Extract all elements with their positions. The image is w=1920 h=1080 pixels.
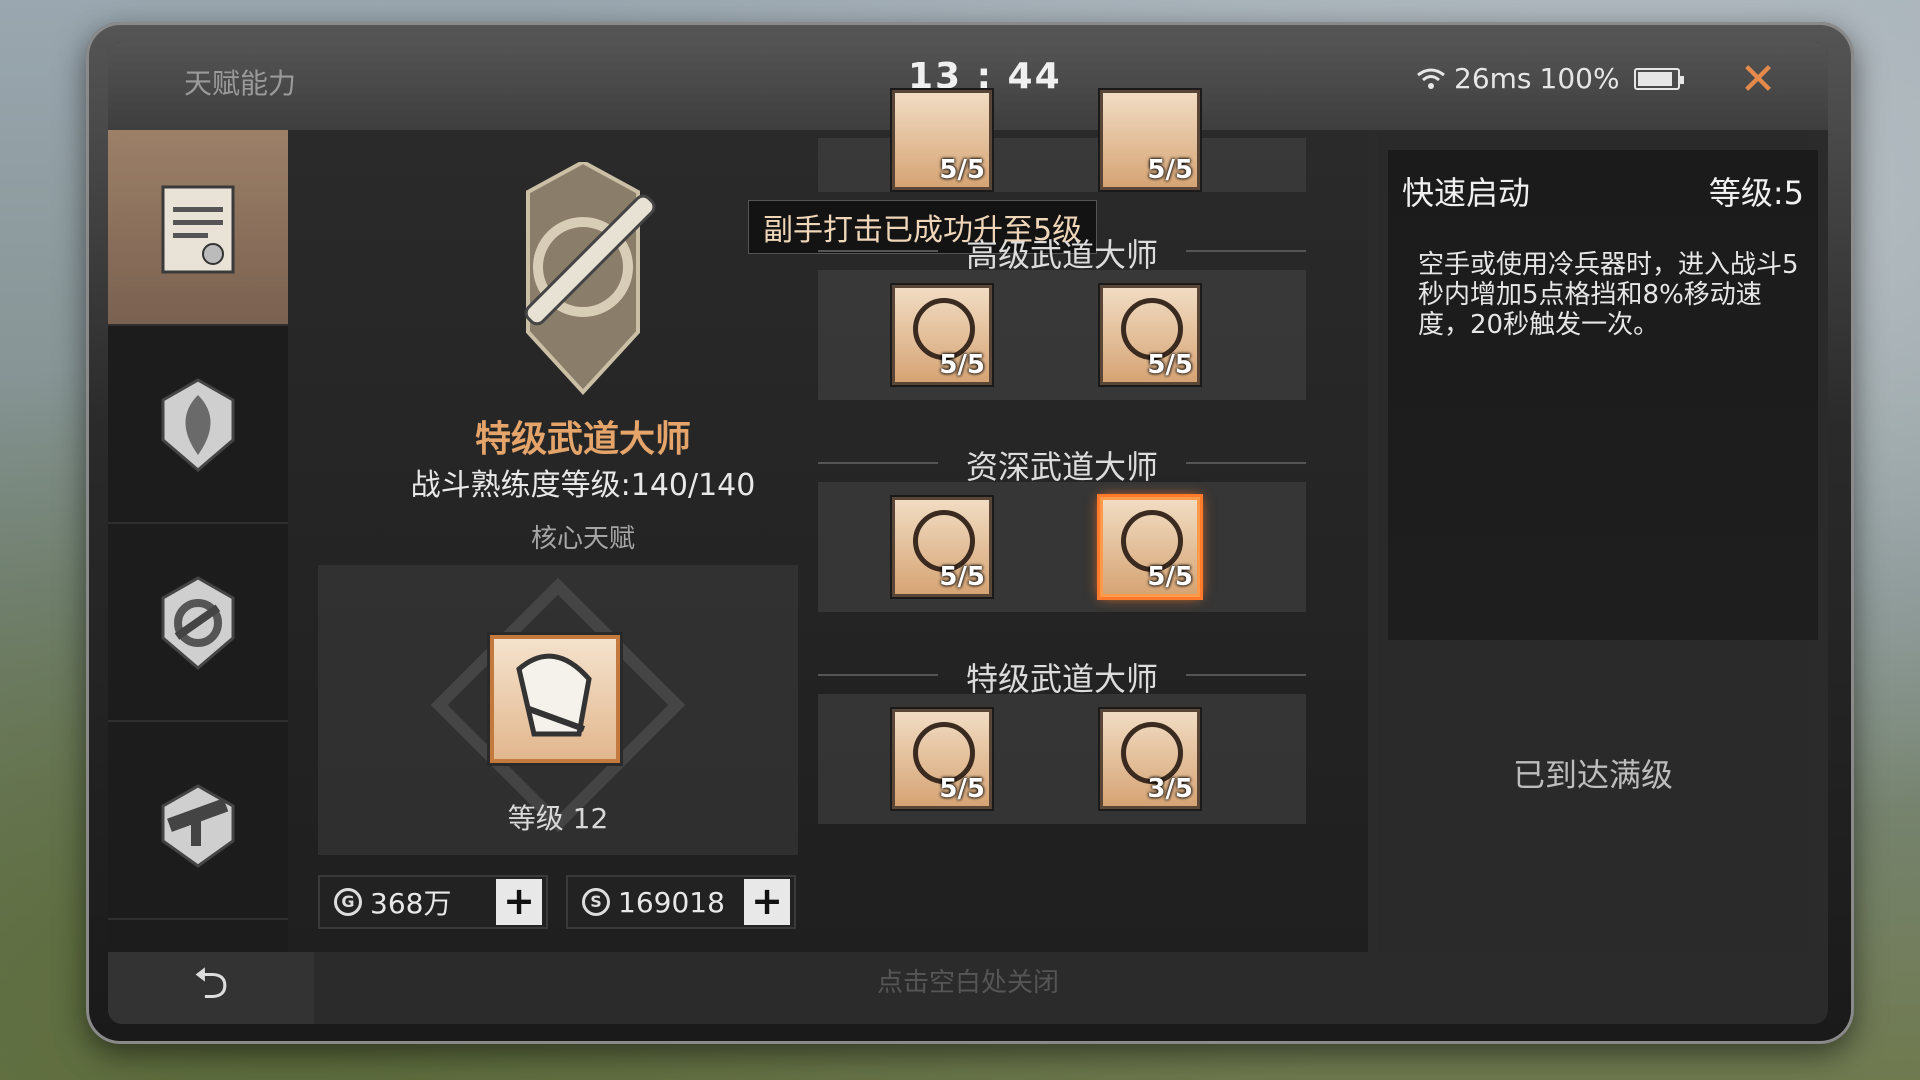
gold-coin-icon: G <box>334 888 362 916</box>
battery-icon <box>1633 67 1684 90</box>
blade-hand-icon <box>516 653 592 737</box>
sidebar <box>108 130 288 952</box>
skill-detail-panel: 快速启动 等级:5 空手或使用冷兵器时，进入战斗5秒内增加5点格挡和8%移动速度… <box>1378 130 1818 952</box>
core-talent-level: 等级 12 <box>507 802 609 835</box>
silver-coin-icon: S <box>582 888 610 916</box>
skill-level: 5/5 <box>939 350 985 380</box>
talent-main: 特级武道大师 战斗熟练度等级:140/140 核心天赋 等级 12 G 368万… <box>288 90 1368 952</box>
tier-title-advanced: 高级武道大师 <box>965 236 1158 274</box>
sidebar-item-gear[interactable] <box>108 526 288 722</box>
panel-title: 天赋能力 <box>184 67 297 100</box>
network-status: 26ms 100% <box>1416 62 1684 95</box>
mastery-level: 战斗熟练度等级:140/140 <box>410 468 756 503</box>
sidebar-item-weapon[interactable] <box>108 724 288 920</box>
silver-amount: 169018 <box>618 885 725 919</box>
skill-node[interactable]: 5/5 <box>892 90 992 190</box>
skill-level: 5/5 <box>1147 562 1193 592</box>
close-hint: 点击空白处关闭 <box>876 968 1059 998</box>
gold-currency: G 368万 + <box>318 875 548 929</box>
skill-node[interactable]: 5/5 <box>892 709 992 809</box>
skill-level-label: 等级:5 <box>1708 174 1804 212</box>
add-silver-button[interactable]: + <box>744 879 790 925</box>
skill-level: 5/5 <box>1147 350 1193 380</box>
skill-level: 5/5 <box>939 155 985 185</box>
sidebar-item-trade[interactable] <box>108 130 288 326</box>
talent-panel: 天赋能力 13 : 44 26ms 100% ✕ ⮌ 特级武道大师 战斗熟练度等… <box>108 42 1828 1024</box>
tier-title-special: 特级武道大师 <box>965 660 1158 698</box>
skill-name: 快速启动 <box>1402 174 1531 212</box>
trade-certificate-icon <box>161 185 235 274</box>
core-talent-label: 核心天赋 <box>530 524 635 554</box>
skill-node[interactable]: 5/5 <box>1100 285 1200 385</box>
close-button[interactable]: ✕ <box>1730 52 1786 108</box>
ping-text: 26ms <box>1454 62 1532 95</box>
bat-emblem-icon <box>524 162 656 395</box>
gear-hammer-badge-icon <box>161 576 235 670</box>
skill-level: 3/5 <box>1147 774 1193 804</box>
skill-node[interactable]: 5/5 <box>1100 90 1200 190</box>
sidebar-item-leaf[interactable] <box>108 328 288 524</box>
battery-text: 100% <box>1539 62 1620 95</box>
leaf-badge-icon <box>161 378 235 472</box>
silver-currency: S 169018 + <box>566 875 796 929</box>
max-level-label: 已到达满级 <box>1512 756 1673 794</box>
skill-level: 5/5 <box>939 562 985 592</box>
skill-level: 5/5 <box>1147 155 1193 185</box>
wifi-icon <box>1417 68 1445 89</box>
smg-badge-icon <box>161 784 235 868</box>
skill-detail-box: 快速启动 等级:5 空手或使用冷兵器时，进入战斗5秒内增加5点格挡和8%移动速度… <box>1388 150 1818 640</box>
skill-node-selected[interactable]: 5/5 <box>1100 497 1200 597</box>
core-talent-box: 等级 12 <box>318 565 798 855</box>
skill-node[interactable]: 5/5 <box>892 497 992 597</box>
gold-amount: 368万 <box>370 887 452 920</box>
add-gold-button[interactable]: + <box>496 879 542 925</box>
skill-node[interactable]: 5/5 <box>892 285 992 385</box>
skill-node[interactable]: 3/5 <box>1100 709 1200 809</box>
tier-title-senior: 资深武道大师 <box>965 448 1158 486</box>
talent-name: 特级武道大师 <box>474 419 691 460</box>
core-talent-button[interactable] <box>490 635 620 763</box>
skill-level: 5/5 <box>939 774 985 804</box>
skill-description: 空手或使用冷兵器时，进入战斗5秒内增加5点格挡和8%移动速度，20秒触发一次。 <box>1418 250 1799 340</box>
